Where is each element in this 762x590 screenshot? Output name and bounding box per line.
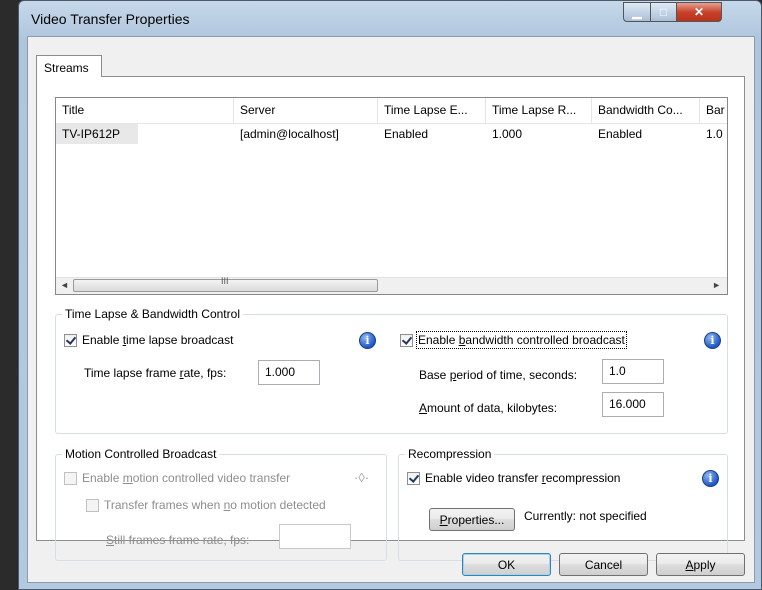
close-button[interactable]: ✕: [676, 2, 722, 22]
checkbox-box: [64, 333, 77, 347]
cancel-button[interactable]: Cancel: [559, 553, 648, 576]
properties-button[interactable]: Properties...: [429, 508, 515, 531]
recompression-group: Recompression Enable video transfer reco…: [398, 447, 728, 561]
streams-list[interactable]: Title Server Time Lapse E... Time Lapse …: [55, 97, 728, 295]
enable-bandwidth-checkbox[interactable]: Enable bandwidth controlled broadcast: [400, 331, 627, 349]
maximize-icon: □: [659, 5, 668, 19]
info-icon[interactable]: i: [359, 332, 376, 349]
recompression-status: Currently: not specified: [524, 509, 647, 523]
motion-group: Motion Controlled Broadcast Enable motio…: [55, 447, 387, 561]
group-title-motion: Motion Controlled Broadcast: [62, 447, 220, 461]
column-header-bandwidth-extra[interactable]: Bar: [700, 98, 727, 123]
amount-label: Amount of data, kilobytes:: [419, 401, 558, 415]
transfer-frames-label: Transfer frames when no motion detected: [104, 498, 326, 512]
client-area: Streams Title Server Time Lapse E... Tim…: [27, 36, 755, 583]
scroll-left-icon[interactable]: ◄: [60, 280, 69, 290]
minimize-icon: ▁: [632, 5, 642, 19]
table-row[interactable]: TV-IP612P [admin@localhost] Enabled 1.00…: [56, 124, 727, 144]
cell-bandwidth-control: Enabled: [598, 127, 643, 141]
streams-tab-panel: Title Server Time Lapse E... Time Lapse …: [36, 76, 745, 561]
column-header-title[interactable]: Title: [56, 98, 234, 123]
enable-time-lapse-label: Enable time lapse broadcast: [82, 333, 234, 347]
cell-title: TV-IP612P: [56, 124, 138, 144]
checkbox-box: [400, 333, 413, 347]
apply-button-label: Apply: [685, 557, 716, 572]
ok-button[interactable]: OK: [462, 553, 551, 576]
cell-time-lapse-enabled: Enabled: [384, 127, 429, 141]
scroll-thumb[interactable]: III: [73, 276, 378, 292]
maximize-button[interactable]: □: [650, 2, 677, 22]
cell-bandwidth-extra: 1.0: [706, 127, 723, 141]
enable-recompression-checkbox[interactable]: Enable video transfer recompression: [407, 471, 620, 485]
list-header: Title Server Time Lapse E... Time Lapse …: [56, 98, 727, 124]
frame-rate-label: Time lapse frame rate, fps:: [84, 366, 227, 380]
motion-icon: ·◊·: [354, 470, 370, 485]
horizontal-scrollbar[interactable]: ◄ III ►: [56, 276, 727, 294]
tab-streams-label: Streams: [44, 61, 89, 75]
still-rate-label: Still frames frame rate, fps:: [106, 533, 250, 547]
window-title: Video Transfer Properties: [31, 11, 190, 27]
checkbox-box: [86, 498, 99, 512]
properties-button-label: Properties...: [439, 512, 505, 527]
group-title-time-lapse: Time Lapse & Bandwidth Control: [62, 307, 243, 321]
group-title-recompression: Recompression: [405, 447, 495, 461]
tab-streams[interactable]: Streams: [36, 55, 102, 77]
base-period-input[interactable]: 1.0: [602, 359, 664, 384]
column-header-bandwidth-control[interactable]: Bandwidth Co...: [592, 98, 700, 123]
info-icon[interactable]: i: [702, 470, 719, 487]
checkbox-box: [407, 471, 420, 485]
base-period-label: Base period of time, seconds:: [419, 368, 578, 382]
time-lapse-group: Time Lapse & Bandwidth Control Enable ti…: [55, 307, 728, 434]
minimize-button[interactable]: ▁: [623, 2, 651, 22]
enable-bandwidth-label: Enable bandwidth controlled broadcast: [416, 331, 627, 349]
enable-motion-label: Enable motion controlled video transfer: [82, 471, 291, 485]
checkbox-box: [64, 471, 77, 485]
column-header-server[interactable]: Server: [234, 98, 378, 123]
column-header-time-lapse-rate[interactable]: Time Lapse R...: [486, 98, 592, 123]
close-icon: ✕: [693, 5, 705, 19]
apply-button[interactable]: Apply: [656, 553, 745, 576]
scroll-right-icon[interactable]: ►: [712, 280, 721, 290]
cell-time-lapse-rate: 1.000: [492, 127, 523, 141]
amount-input[interactable]: 16.000: [602, 392, 664, 417]
enable-motion-checkbox[interactable]: Enable motion controlled video transfer: [64, 471, 290, 485]
enable-recompression-label: Enable video transfer recompression: [425, 471, 621, 485]
dialog-window: Video Transfer Properties ▁ □ ✕ Streams …: [18, 0, 762, 590]
still-rate-input[interactable]: [279, 524, 351, 549]
info-icon[interactable]: i: [704, 332, 721, 349]
column-header-time-lapse-enabled[interactable]: Time Lapse E...: [378, 98, 486, 123]
transfer-frames-checkbox[interactable]: Transfer frames when no motion detected: [86, 498, 326, 512]
frame-rate-input[interactable]: 1.000: [258, 360, 320, 385]
cell-server: [admin@localhost]: [240, 127, 339, 141]
scroll-grip-icon: III: [221, 276, 229, 286]
enable-time-lapse-checkbox[interactable]: Enable time lapse broadcast: [64, 333, 233, 347]
